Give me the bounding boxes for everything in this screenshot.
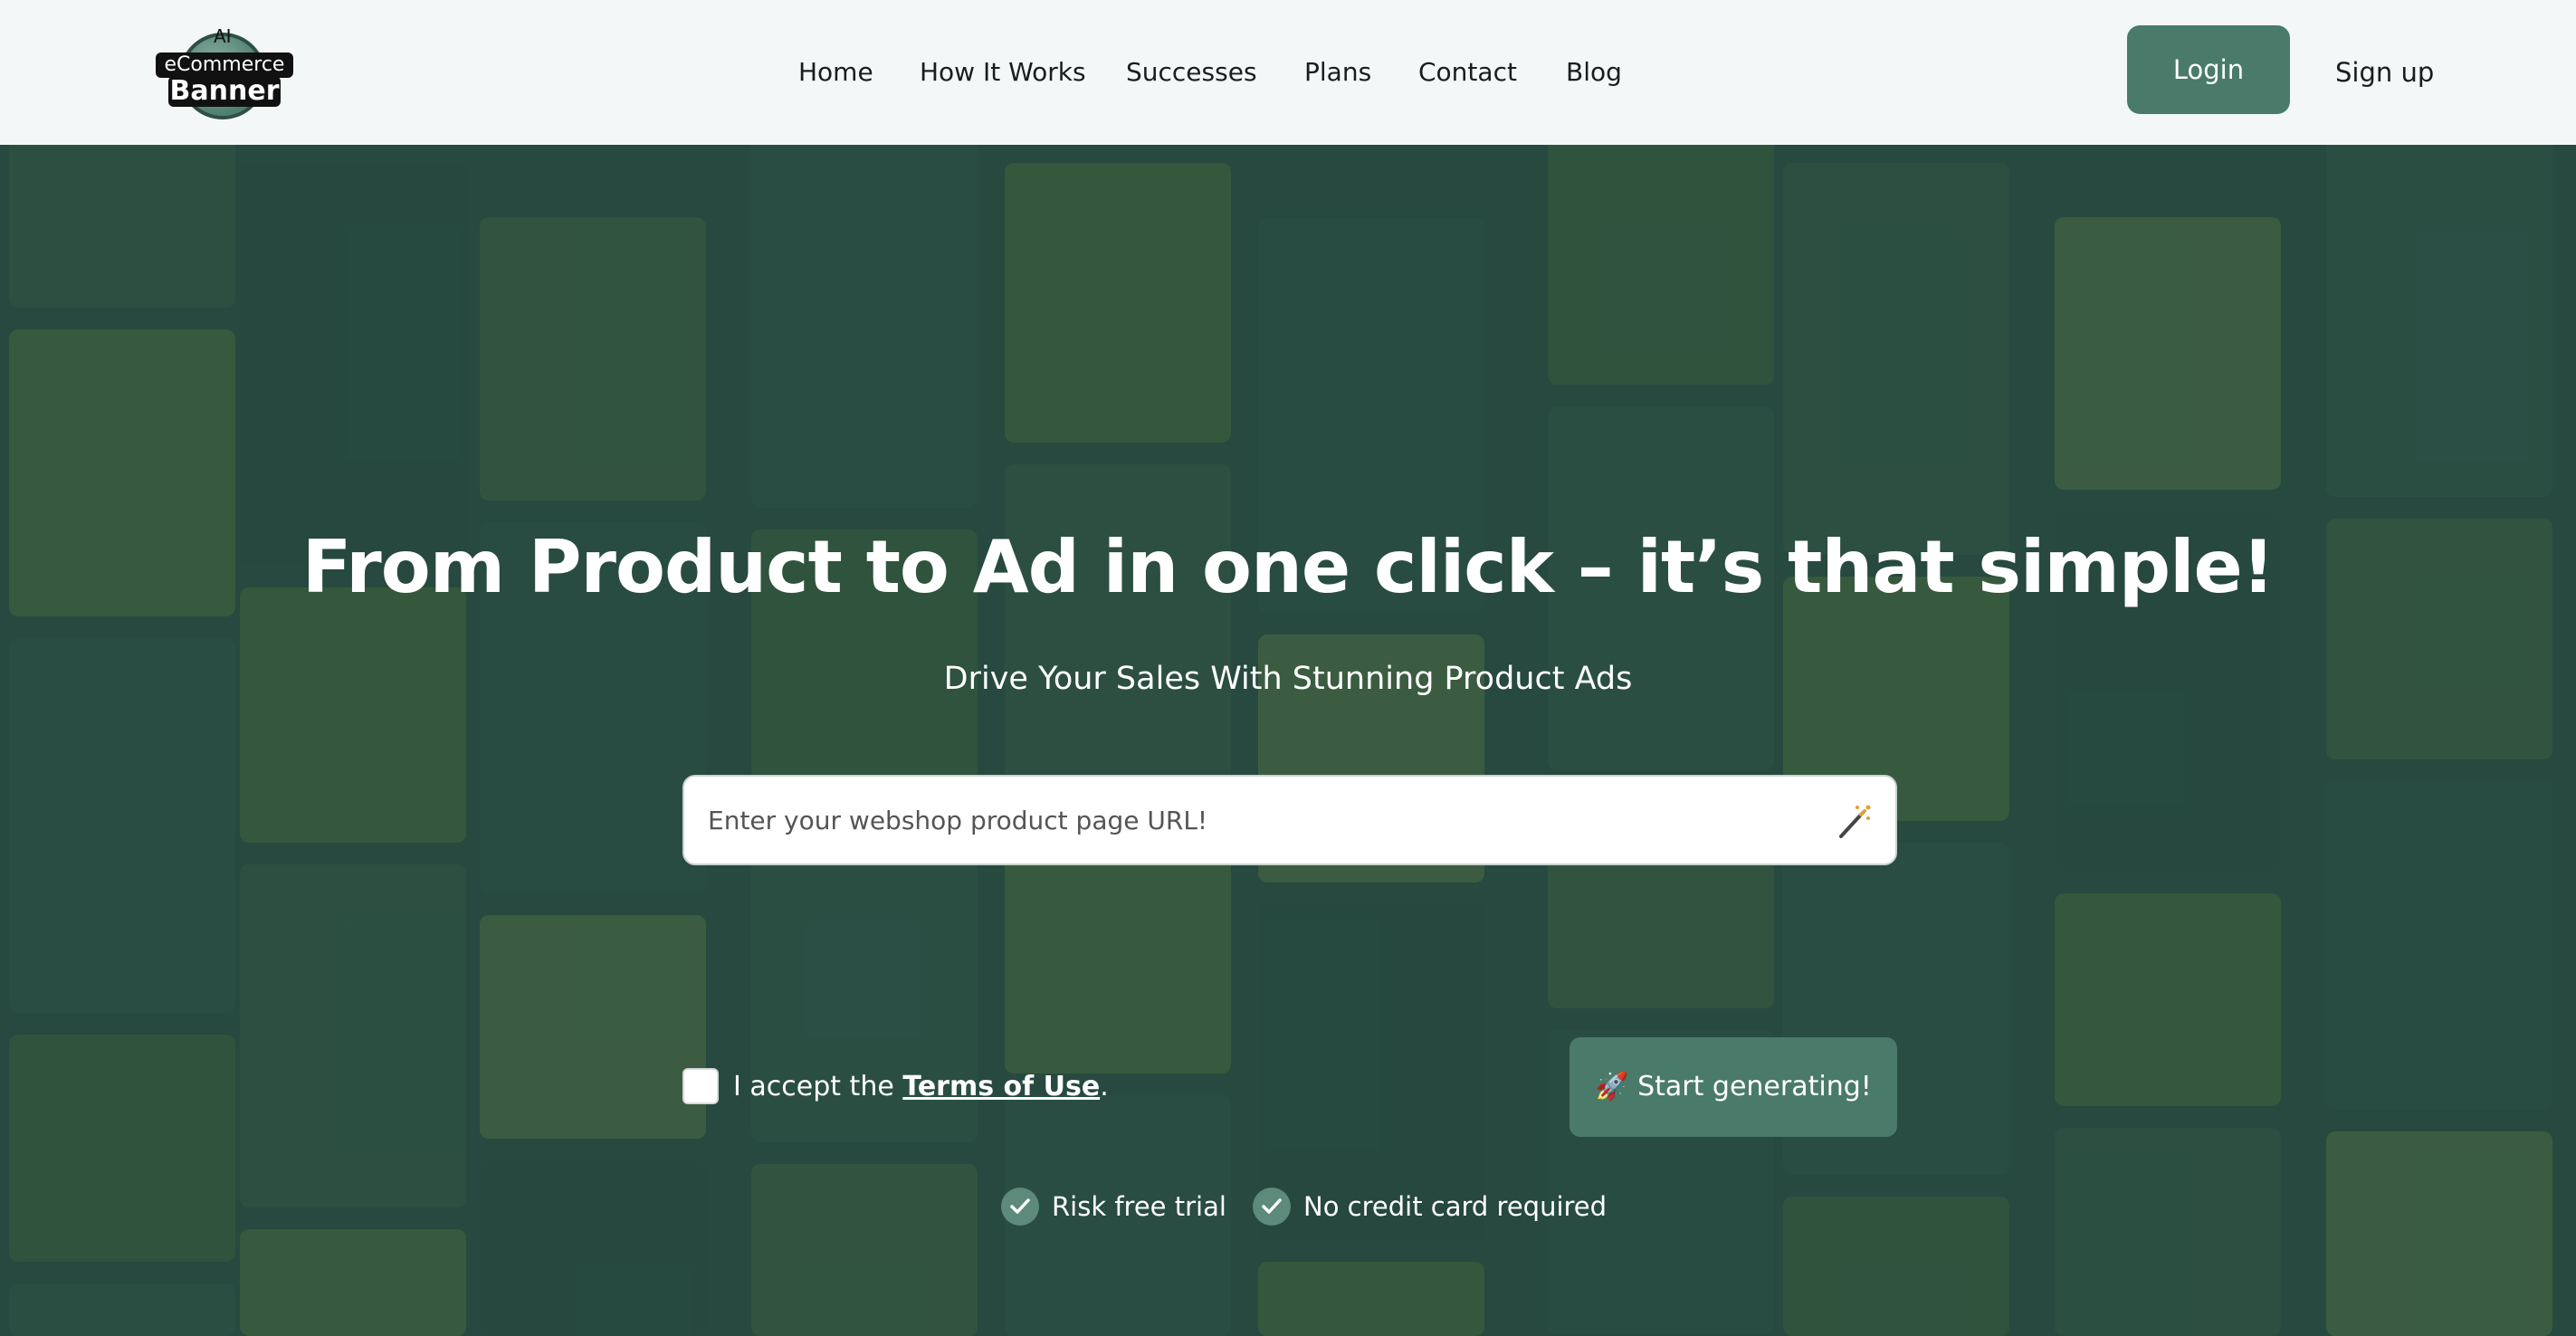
header: AI eCommerce Banner Home How It Works Su… — [0, 0, 2576, 145]
nav-blog[interactable]: Blog — [1566, 51, 1622, 94]
check-circle-icon — [1001, 1188, 1039, 1226]
logo-ai-text: AI — [214, 25, 232, 47]
feature-risk-free: Risk free trial — [1001, 1186, 1226, 1227]
terms-space — [894, 1071, 903, 1102]
terms-suffix: . — [1100, 1070, 1109, 1102]
magic-wand-icon[interactable] — [1834, 802, 1874, 842]
terms-row: I accept the Terms of Use . — [682, 1066, 1109, 1106]
hero-subhead: Drive Your Sales With Stunning Product A… — [943, 661, 1633, 697]
nav-contact[interactable]: Contact — [1418, 51, 1517, 94]
hero-overlay — [0, 145, 2576, 1336]
feature-label: No credit card required — [1303, 1191, 1608, 1222]
product-url-input[interactable] — [708, 777, 1812, 864]
terms-checkbox[interactable] — [682, 1068, 719, 1104]
terms-of-use-link[interactable]: Terms of Use — [902, 1071, 1100, 1102]
hero-headline: From Product to Ad in one click – it’s t… — [301, 525, 2275, 609]
nav-plans[interactable]: Plans — [1304, 51, 1371, 94]
login-button[interactable]: Login — [2127, 25, 2290, 114]
hero-section: From Product to Ad in one click – it’s t… — [0, 145, 2576, 1336]
nav-successes[interactable]: Successes — [1126, 51, 1257, 94]
feature-label: Risk free trial — [1052, 1191, 1226, 1222]
feature-no-credit-card: No credit card required — [1253, 1186, 1607, 1227]
terms-prefix: I accept the — [733, 1070, 894, 1102]
url-input-box — [682, 775, 1897, 865]
nav-home[interactable]: Home — [798, 51, 873, 94]
start-generating-button[interactable]: 🚀 Start generating! — [1569, 1037, 1897, 1137]
signup-link[interactable]: Sign up — [2335, 51, 2434, 94]
check-circle-icon — [1253, 1188, 1291, 1226]
nav-how-it-works[interactable]: How It Works — [920, 51, 1086, 94]
